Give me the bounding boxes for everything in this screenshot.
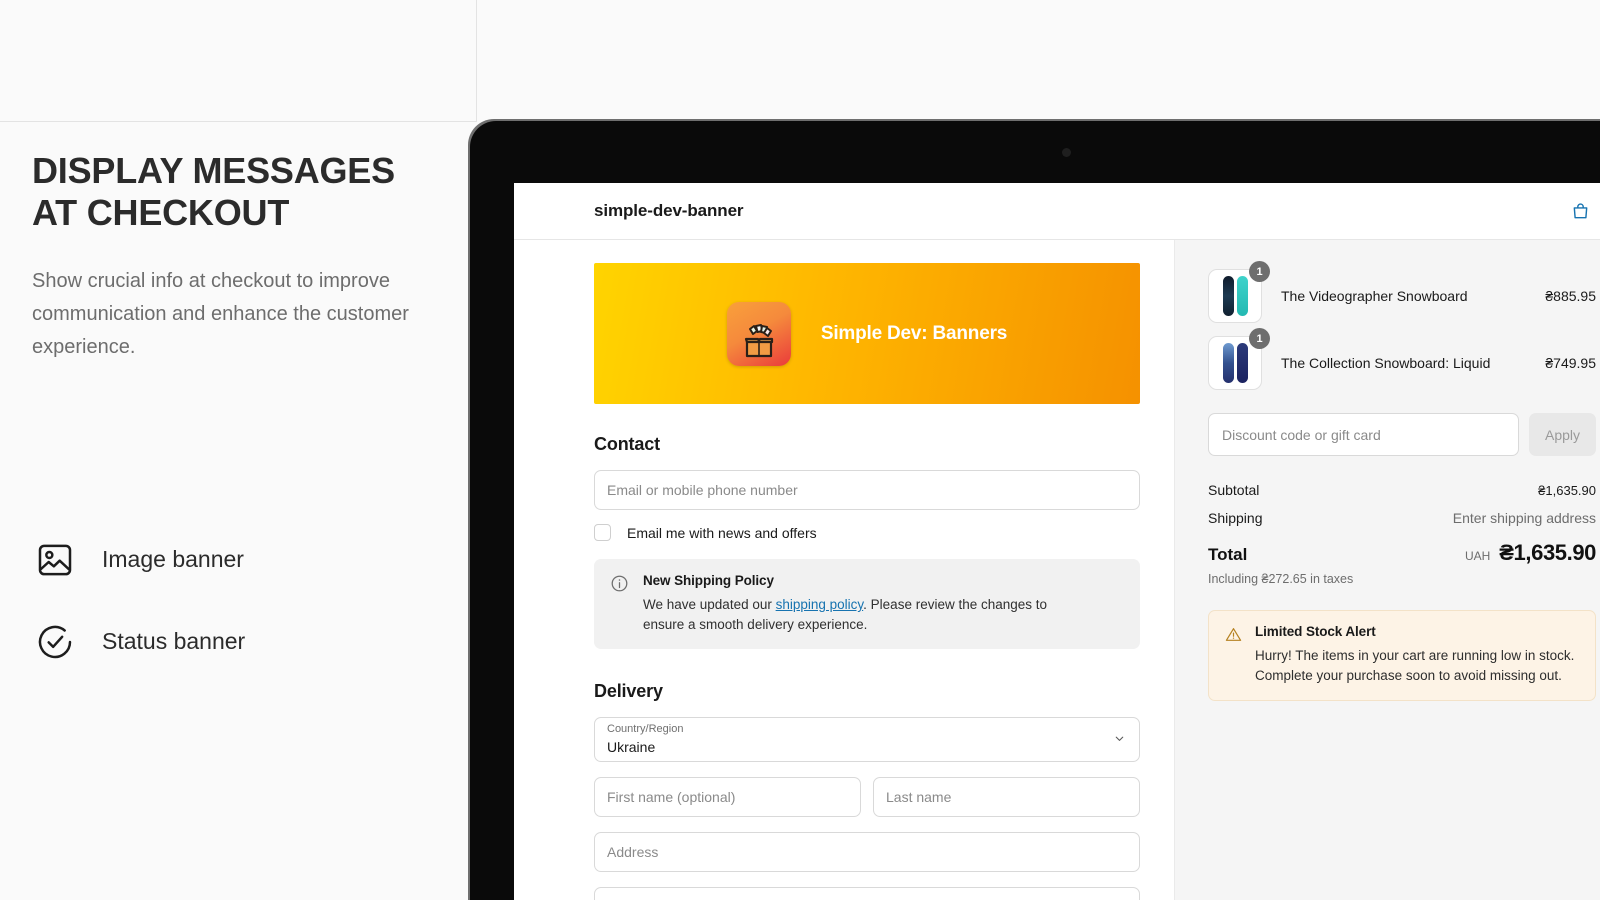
tax-note: Including ₴272.65 in taxes: [1208, 572, 1354, 586]
newsletter-checkbox-row[interactable]: Email me with news and offers: [594, 524, 1140, 541]
status-banner-content: New Shipping Policy We have updated our …: [643, 573, 1083, 634]
warning-banner: Limited Stock Alert Hurry! The items in …: [1208, 610, 1596, 702]
line-item-quantity-badge: 1: [1249, 328, 1270, 349]
first-name-field[interactable]: First name (optional): [594, 777, 861, 818]
line-item-price: ₴885.95: [1545, 288, 1596, 304]
totals-section: Subtotal ₴1,635.90 Shipping Enter shippi…: [1208, 482, 1596, 586]
contact-heading: Contact: [594, 434, 660, 454]
status-banner: New Shipping Policy We have updated our …: [594, 559, 1140, 650]
snowboard-shape: [1222, 276, 1234, 316]
address-field[interactable]: Address: [594, 832, 1140, 873]
line-item-title: The Collection Snowboard: Liquid: [1281, 355, 1491, 371]
warning-banner-text: Hurry! The items in your cart are runnin…: [1255, 648, 1575, 683]
feature-item-status-banner: Status banner: [32, 619, 446, 665]
line-item-thumb-wrap: 1: [1208, 261, 1270, 323]
shipping-policy-link[interactable]: shipping policy: [776, 597, 864, 612]
app-image-banner: Simple Dev: Banners: [594, 263, 1140, 404]
feature-label: Status banner: [102, 628, 246, 654]
address-placeholder: Address: [607, 844, 659, 861]
shipping-row: Shipping Enter shipping address: [1208, 510, 1596, 526]
newsletter-checkbox[interactable]: [594, 524, 611, 541]
open-box-banners-icon: [726, 301, 791, 366]
page-subtitle: Show crucial info at checkout to improve…: [32, 269, 409, 359]
line-item-quantity-badge: 1: [1249, 261, 1270, 282]
status-banner-text-before: We have updated our: [643, 597, 776, 612]
checkout-body: Simple Dev: Banners Contact Email or mob…: [514, 240, 1600, 900]
apply-discount-button[interactable]: Apply: [1529, 413, 1596, 456]
app-banner-text: Simple Dev: Banners: [820, 322, 1008, 344]
status-banner-text: We have updated our shipping policy. Ple…: [643, 595, 1083, 634]
warning-banner-title: Limited Stock Alert: [1255, 624, 1376, 639]
last-name-placeholder: Last name: [886, 789, 952, 806]
shipping-label: Shipping: [1208, 510, 1263, 526]
feature-list: Image banner Status banner: [32, 537, 446, 665]
feature-item-image-banner: Image banner: [32, 537, 446, 583]
subtotal-label: Subtotal: [1208, 482, 1260, 498]
country-region-select[interactable]: Country/Region Ukraine: [594, 717, 1140, 763]
snowboard-shape: [1236, 276, 1248, 316]
page-title: Display messages at checkout: [32, 150, 395, 234]
info-circle-icon: [610, 574, 629, 634]
email-field-placeholder: Email or mobile phone number: [607, 482, 798, 498]
feature-label: Image banner: [102, 546, 244, 572]
country-region-label: Country/Region: [607, 723, 684, 736]
apartment-field[interactable]: [594, 887, 1140, 900]
check-circle-icon: [32, 619, 78, 665]
image-icon: [32, 537, 78, 583]
line-item-thumb-wrap: 1: [1208, 328, 1270, 390]
name-field-row: First name (optional) Last name: [594, 762, 1140, 818]
shop-name: simple-dev-banner: [594, 201, 744, 220]
subtotal-value: ₴1,635.90: [1538, 483, 1596, 498]
screenshot-root: Display messages at checkout Show crucia…: [0, 0, 1600, 900]
marketing-panel: Display messages at checkout Show crucia…: [0, 0, 476, 900]
discount-row: Discount code or gift card Apply: [1208, 413, 1596, 456]
checkout-header: simple-dev-banner: [514, 183, 1600, 240]
warning-triangle-icon: [1225, 626, 1242, 685]
checkout-main-column: Simple Dev: Banners Contact Email or mob…: [514, 240, 1174, 900]
status-banner-title: New Shipping Policy: [643, 573, 774, 588]
first-name-placeholder: First name (optional): [607, 789, 736, 806]
discount-code-input[interactable]: Discount code or gift card: [1208, 413, 1519, 456]
delivery-heading: Delivery: [594, 681, 663, 702]
grid-line-vertical: [476, 0, 477, 122]
total-value: ₴1,635.90: [1499, 540, 1596, 565]
total-currency: UAH: [1464, 549, 1491, 563]
line-item-price: ₴749.95: [1545, 355, 1596, 371]
tablet-device-mockup: simple-dev-banner Simple Dev: Banners Co…: [470, 121, 1600, 900]
line-item-title: The Videographer Snowboard: [1281, 288, 1468, 304]
total-row: Total UAH ₴1,635.90: [1208, 540, 1596, 566]
subtotal-row: Subtotal ₴1,635.90: [1208, 482, 1596, 498]
order-summary-panel: 1 The Videographer Snowboard ₴885.95 1 T…: [1174, 240, 1600, 900]
discount-code-placeholder: Discount code or gift card: [1222, 426, 1381, 443]
snowboard-shape: [1236, 343, 1248, 383]
line-item: 1 The Collection Snowboard: Liquid ₴749.…: [1208, 328, 1596, 391]
chevron-down-icon: [1113, 732, 1126, 748]
shipping-value: Enter shipping address: [1452, 510, 1596, 526]
email-field[interactable]: Email or mobile phone number: [594, 470, 1140, 510]
last-name-field[interactable]: Last name: [873, 777, 1140, 818]
country-region-value: Ukraine: [607, 738, 656, 755]
tablet-screen: simple-dev-banner Simple Dev: Banners Co…: [514, 183, 1600, 900]
shopping-bag-icon[interactable]: [1571, 202, 1590, 221]
line-item: 1 The Videographer Snowboard ₴885.95: [1208, 261, 1596, 324]
newsletter-label: Email me with news and offers: [627, 524, 817, 541]
warning-banner-content: Limited Stock Alert Hurry! The items in …: [1255, 624, 1579, 685]
snowboard-shape: [1222, 343, 1234, 383]
total-value-group: UAH ₴1,635.90: [1465, 540, 1596, 566]
device-camera-dot: [1062, 148, 1071, 157]
total-label: Total: [1208, 545, 1248, 564]
